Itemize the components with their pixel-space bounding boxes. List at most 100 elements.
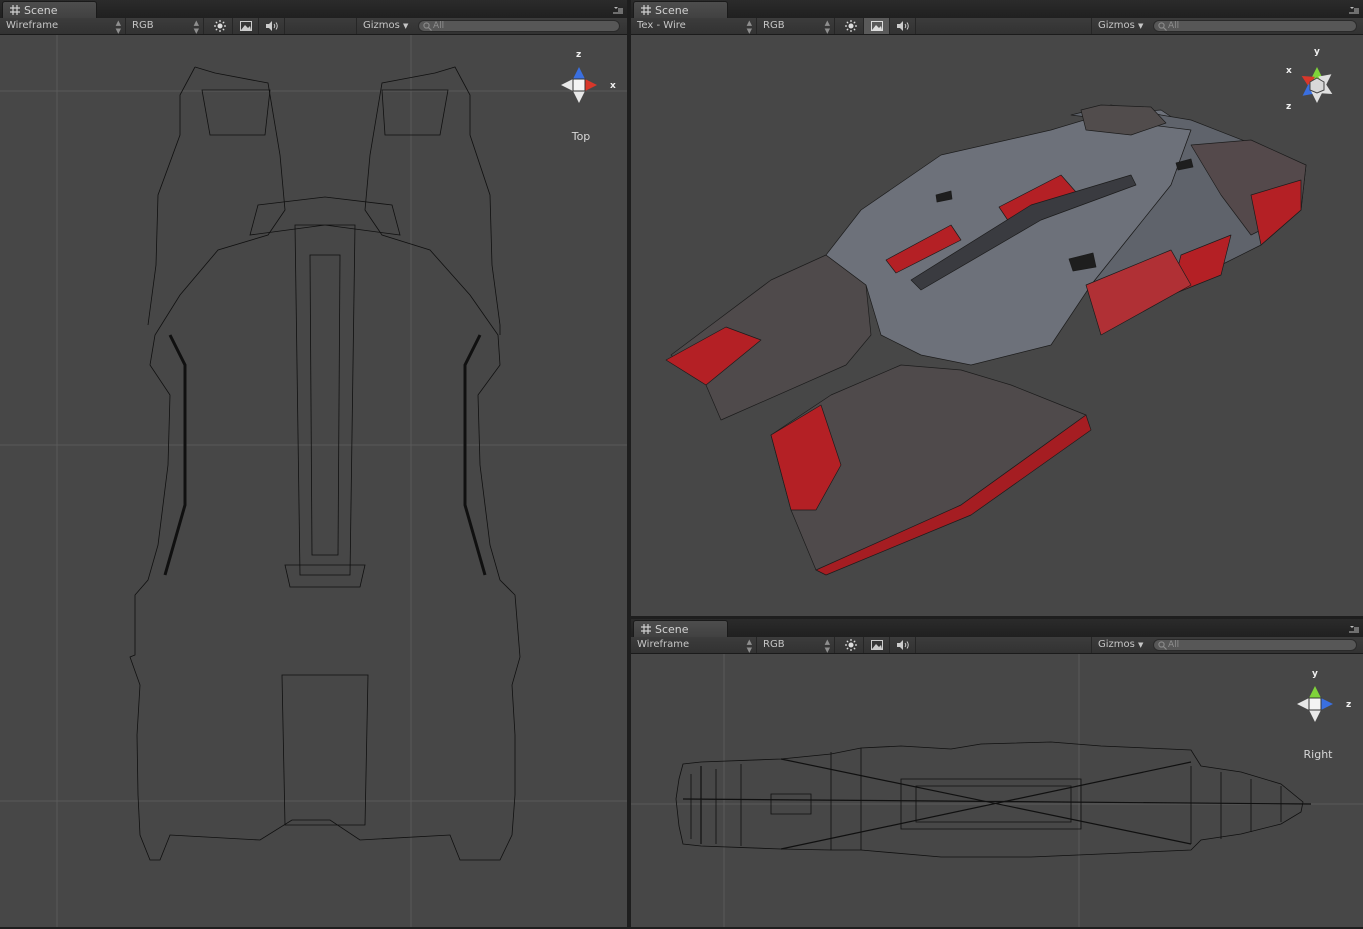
- image-icon: [239, 21, 252, 31]
- gizmos-dropdown[interactable]: Gizmos ▼: [1091, 637, 1147, 653]
- sun-icon: [844, 639, 857, 651]
- audio-toggle[interactable]: [890, 18, 916, 34]
- right-wireframe-view: yz: [631, 654, 1363, 927]
- dropdown-arrows-icon: ▲ ▼: [824, 19, 830, 35]
- scene-grid-icon: [641, 5, 651, 15]
- search-icon: [1158, 641, 1167, 650]
- search-input[interactable]: [1168, 640, 1352, 650]
- scene-toolbar: Wireframe ▲ ▼ RGB ▲ ▼ Gizmos ▼: [631, 637, 1363, 654]
- speaker-icon: [265, 21, 278, 31]
- audio-toggle[interactable]: [890, 637, 916, 653]
- channel-dropdown[interactable]: RGB ▲ ▼: [757, 18, 835, 35]
- scene-tab[interactable]: Scene: [2, 1, 97, 18]
- scene-grid-icon: [641, 624, 651, 634]
- view-orientation-gizmo[interactable]: zx: [561, 50, 616, 103]
- axis-cone-x[interactable]: [585, 79, 597, 91]
- axis-label-y: y: [1314, 47, 1320, 57]
- search-icon: [1158, 22, 1167, 31]
- dropdown-arrows-icon: ▲ ▼: [115, 19, 121, 35]
- hierarchy-search[interactable]: [1153, 639, 1357, 651]
- axis-label-x: x: [610, 81, 616, 91]
- render-mode-value: Wireframe: [6, 20, 59, 31]
- gizmos-label: Gizmos: [363, 20, 400, 31]
- dropdown-arrows-icon: ▲ ▼: [193, 19, 199, 35]
- scene-toolbar: Tex - Wire ▲ ▼ RGB ▲ ▼ Gizmos ▼: [631, 18, 1363, 35]
- channel-value: RGB: [763, 639, 785, 650]
- perspective-viewport[interactable]: y x z: [631, 35, 1363, 616]
- axis-label-z: z: [576, 50, 581, 60]
- hierarchy-search[interactable]: [1153, 20, 1357, 32]
- lighting-toggle[interactable]: [838, 637, 864, 653]
- search-icon: [423, 22, 432, 31]
- hierarchy-search[interactable]: [418, 20, 620, 32]
- gizmos-dropdown[interactable]: Gizmos ▼: [1091, 18, 1147, 34]
- top-viewport[interactable]: zx Top: [0, 35, 627, 927]
- axis-cone-z[interactable]: [573, 67, 585, 79]
- ship-wireframe-side: [675, 741, 1312, 858]
- axis-cone-neg[interactable]: [573, 91, 585, 103]
- search-input[interactable]: [1168, 21, 1352, 31]
- right-viewport[interactable]: yz Right: [631, 654, 1363, 927]
- render-mode-dropdown[interactable]: Wireframe ▲ ▼: [0, 18, 126, 35]
- render-mode-dropdown[interactable]: Tex - Wire ▲ ▼: [631, 18, 757, 35]
- fx-toggle[interactable]: [864, 637, 890, 653]
- ship-textured-model: [665, 104, 1307, 576]
- render-mode-value: Wireframe: [637, 639, 690, 650]
- lighting-toggle[interactable]: [838, 18, 864, 34]
- speaker-icon: [896, 21, 909, 31]
- panel-menu-icon[interactable]: [1349, 5, 1359, 14]
- dropdown-arrows-icon: ▲ ▼: [746, 638, 752, 654]
- view-orientation-gizmo[interactable]: y x z: [1286, 47, 1333, 112]
- render-mode-value: Tex - Wire: [637, 20, 686, 31]
- right-view-panel: Scene Wireframe ▲ ▼ RGB ▲ ▼ Gizmos ▼ All…: [631, 619, 1363, 927]
- channel-dropdown[interactable]: RGB ▲ ▼: [757, 637, 835, 654]
- perspective-panel: Scene Tex - Wire ▲ ▼ RGB ▲ ▼ Gizmos ▼ Al…: [631, 0, 1363, 616]
- audio-toggle[interactable]: [259, 18, 285, 34]
- search-input[interactable]: [433, 21, 615, 31]
- image-icon: [870, 21, 883, 31]
- top-view-panel: Scene Wireframe ▲ ▼ RGB ▲ ▼ Gizmos ▼ All…: [0, 0, 627, 927]
- scene-tab-label: Scene: [655, 4, 689, 17]
- tab-bar: Scene: [631, 619, 1363, 638]
- axis-label-y: y: [1312, 669, 1318, 679]
- scene-grid-icon: [10, 5, 20, 15]
- axis-cone-neg[interactable]: [1309, 710, 1321, 722]
- perspective-textured-view: y x z: [665, 47, 1333, 576]
- panel-menu-icon[interactable]: [1349, 624, 1359, 633]
- fx-toggle[interactable]: [864, 18, 890, 34]
- gizmo-center-cube[interactable]: [1308, 697, 1322, 711]
- channel-value: RGB: [763, 20, 785, 31]
- panel-menu-icon[interactable]: [613, 5, 623, 14]
- scene-tab[interactable]: Scene: [633, 620, 728, 637]
- axis-cone-y[interactable]: [1309, 686, 1321, 698]
- sun-icon: [844, 20, 857, 32]
- gizmos-label: Gizmos: [1098, 639, 1135, 650]
- scene-tab-label: Scene: [24, 4, 58, 17]
- axis-label-x: x: [1286, 66, 1292, 76]
- axis-label-z: z: [1346, 700, 1351, 710]
- view-orientation-gizmo[interactable]: yz: [1297, 669, 1351, 722]
- scene-grid: [0, 35, 627, 927]
- lighting-toggle[interactable]: [207, 18, 233, 34]
- sun-icon: [213, 20, 226, 32]
- render-mode-dropdown[interactable]: Wireframe ▲ ▼: [631, 637, 757, 654]
- axis-label-z: z: [1286, 102, 1291, 112]
- gizmo-center-cube[interactable]: [572, 78, 586, 92]
- axis-cone-neg[interactable]: [561, 79, 573, 91]
- view-label: Top: [571, 130, 591, 143]
- axis-cone-neg[interactable]: [1297, 698, 1309, 710]
- channel-dropdown[interactable]: RGB ▲ ▼: [126, 18, 204, 35]
- fx-toggle[interactable]: [233, 18, 259, 34]
- gizmo-center-cube[interactable]: [1309, 77, 1325, 94]
- scene-tab-label: Scene: [655, 623, 689, 636]
- scene-tab[interactable]: Scene: [633, 1, 728, 18]
- axis-cone-z[interactable]: [1321, 698, 1333, 710]
- channel-value: RGB: [132, 20, 154, 31]
- dropdown-arrows-icon: ▲ ▼: [746, 19, 752, 35]
- tab-bar: Scene: [631, 0, 1363, 19]
- top-wireframe-view: zx: [0, 35, 627, 927]
- gizmos-label: Gizmos: [1098, 20, 1135, 31]
- chevron-down-icon: ▼: [1138, 641, 1144, 649]
- tab-bar: Scene: [0, 0, 627, 19]
- gizmos-dropdown[interactable]: Gizmos ▼: [356, 18, 412, 34]
